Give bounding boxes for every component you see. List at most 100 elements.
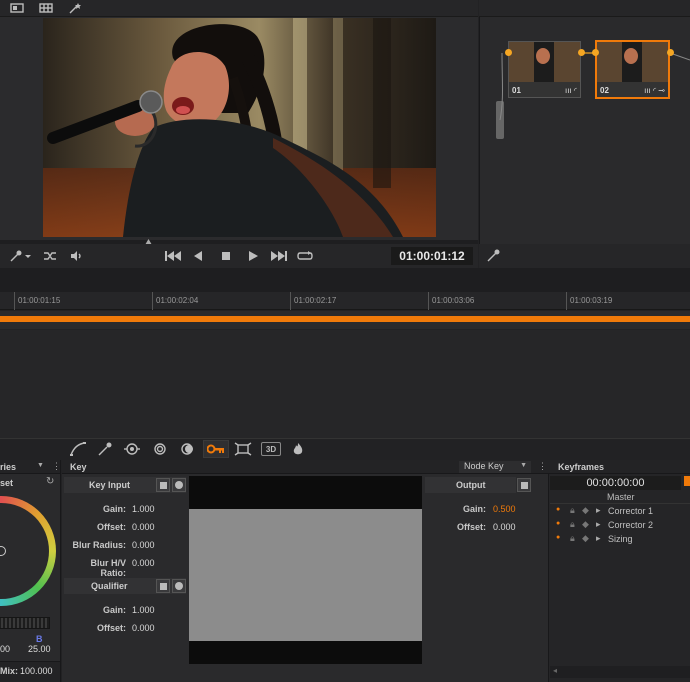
mix-value[interactable]: 100.000 [20,666,53,676]
node-picker-icon[interactable] [486,249,502,263]
skip-to-start-icon[interactable] [164,250,182,262]
channel-b-label: B [36,634,43,644]
timeline-tick [290,292,291,310]
node-02-input-dot[interactable] [592,49,599,56]
color-wheels-title: ries [0,462,17,472]
panel-menu-icon[interactable]: ⋮ [52,461,60,472]
curves-tab-icon[interactable] [70,442,86,456]
diamond-icon[interactable]: ◆ [582,505,589,516]
keyframe-row-sizing[interactable]: ● 🔒︎ ◆ ▸ Sizing [550,532,690,546]
output-offset-value[interactable]: 0.000 [493,522,516,532]
shuffle-icon[interactable] [43,250,57,262]
output-gain-value[interactable]: 0.500 [493,504,516,514]
qualifier-gain-value[interactable]: 1.000 [132,605,155,615]
node-01-output-dot[interactable] [578,49,585,56]
blur-tab-icon[interactable] [180,442,196,456]
node-key-dropdown[interactable]: Node Key ▼ [459,461,531,473]
magic-wand-icon [69,3,81,14]
key-tab-button[interactable] [203,440,229,458]
dropdown-arrow-icon: ▼ [520,462,527,469]
key-input-blur-ratio-value[interactable]: 0.000 [132,558,155,568]
viewer-timecode: 01:00:01:12 [391,247,473,265]
channel-r-value[interactable]: 00 [0,644,10,654]
viewer-frame[interactable] [43,18,436,237]
output-gain-label: Gain: [462,504,486,514]
node-01[interactable]: 01 ııı ◜ [508,41,581,98]
diamond-icon[interactable]: ◆ [582,519,589,530]
timeline-tick-label: 01:00:02:17 [294,296,337,305]
output-mask-button[interactable] [517,478,531,492]
key-input-offset-value[interactable]: 0.000 [132,522,155,532]
volume-icon[interactable] [70,250,84,262]
circle-icon [175,582,183,590]
node-01-label: 01 [512,86,521,95]
window-tab-icon[interactable] [124,442,140,456]
scroll-left-icon[interactable]: ◂ [553,666,557,675]
key-panel-menu-icon[interactable]: ⋮ [538,461,547,472]
node-02-output-dot[interactable] [667,49,674,56]
keyframe-dot-icon: ● [556,534,561,541]
keyframe-row-label: Corrector 1 [608,506,654,516]
color-wheels-panel: ries ▼ ⋮ set ↻ B 00 25.00 Mix: 100.000 [0,460,61,682]
timeline-tick-label: 01:00:02:04 [156,296,199,305]
lock-icon[interactable]: 🔒︎ [570,505,575,516]
offset-wheel-label: set [0,478,14,488]
timeline-tick [152,292,153,310]
qualifier-offset-value[interactable]: 0.000 [132,623,155,633]
magic-wand-button[interactable] [62,0,88,16]
single-view-icon [10,3,24,13]
stop-icon[interactable] [220,250,232,262]
keyframe-row-label: Corrector 2 [608,520,654,530]
flame-tab-icon[interactable] [291,442,305,456]
square-icon [159,582,167,590]
dropdown-arrow-icon[interactable]: ▼ [37,462,44,469]
diamond-icon[interactable]: ◆ [582,533,589,544]
lock-icon[interactable]: 🔒︎ [570,519,575,530]
key-input-gain-value[interactable]: 1.000 [132,504,155,514]
keyframes-title: Keyframes [558,462,605,472]
timeline-ruler[interactable]: 01:00:01:15 01:00:02:04 01:00:02:17 01:0… [0,292,690,310]
reset-icon[interactable]: ↻ [46,476,54,487]
keyframe-playhead[interactable] [684,476,690,486]
timeline-clip-bar[interactable] [0,316,690,322]
key-input-blur-radius-value[interactable]: 0.000 [132,540,155,550]
timeline-tick [566,292,567,310]
keyframe-dot-icon: ● [556,506,561,513]
node-01-input-dot[interactable] [505,49,512,56]
key-input-mask-button[interactable] [156,478,170,492]
expand-arrow-icon[interactable]: ▸ [596,533,601,544]
expand-arrow-icon[interactable]: ▸ [596,505,601,516]
expand-arrow-icon[interactable]: ▸ [596,519,601,530]
keyframe-row-corrector-2[interactable]: ● 🔒︎ ◆ ▸ Corrector 2 [550,518,690,532]
channel-b-value[interactable]: 25.00 [28,644,51,654]
square-icon [520,481,528,489]
qualifier-circle-button[interactable] [172,579,186,593]
color-wheel[interactable] [0,496,56,606]
timeline-tick [428,292,429,310]
key-input-blur-radius-label: Blur Radius: [72,540,126,550]
key-input-label: Key Input [89,480,131,490]
sizing-tab-icon[interactable] [234,442,252,456]
node-01-badges: ııı ◜ [565,86,577,95]
tab-3d[interactable]: 3D [261,442,281,456]
key-input-blur-ratio-label: Blur H/V Ratio: [90,558,126,578]
node-02-badges: ııı ◜ ⊸ [644,86,665,95]
grid-view-button[interactable] [33,0,59,16]
loop-icon[interactable] [297,250,313,262]
qualifier-tab-icon[interactable] [97,442,113,456]
master-wheel-slider[interactable] [0,617,50,629]
qualifier-mask-button[interactable] [156,579,170,593]
keyframe-row-corrector-1[interactable]: ● 🔒︎ ◆ ▸ Corrector 1 [550,504,690,518]
tracker-tab-icon[interactable] [152,442,168,456]
play-icon[interactable] [247,250,259,262]
picker-tool-icon[interactable] [10,250,32,262]
lock-icon[interactable]: 🔒︎ [570,533,575,544]
skip-to-end-icon[interactable] [270,250,288,262]
single-view-button[interactable] [4,0,30,16]
qualifier-gain-label: Gain: [102,605,126,615]
timeline-tick-label: 01:00:01:15 [18,296,61,305]
step-back-icon[interactable] [192,250,204,262]
node-02[interactable]: 02 ııı ◜ ⊸ [595,40,670,99]
key-input-circle-button[interactable] [172,478,186,492]
keyframes-scrollbar[interactable]: ◂ [550,666,690,678]
